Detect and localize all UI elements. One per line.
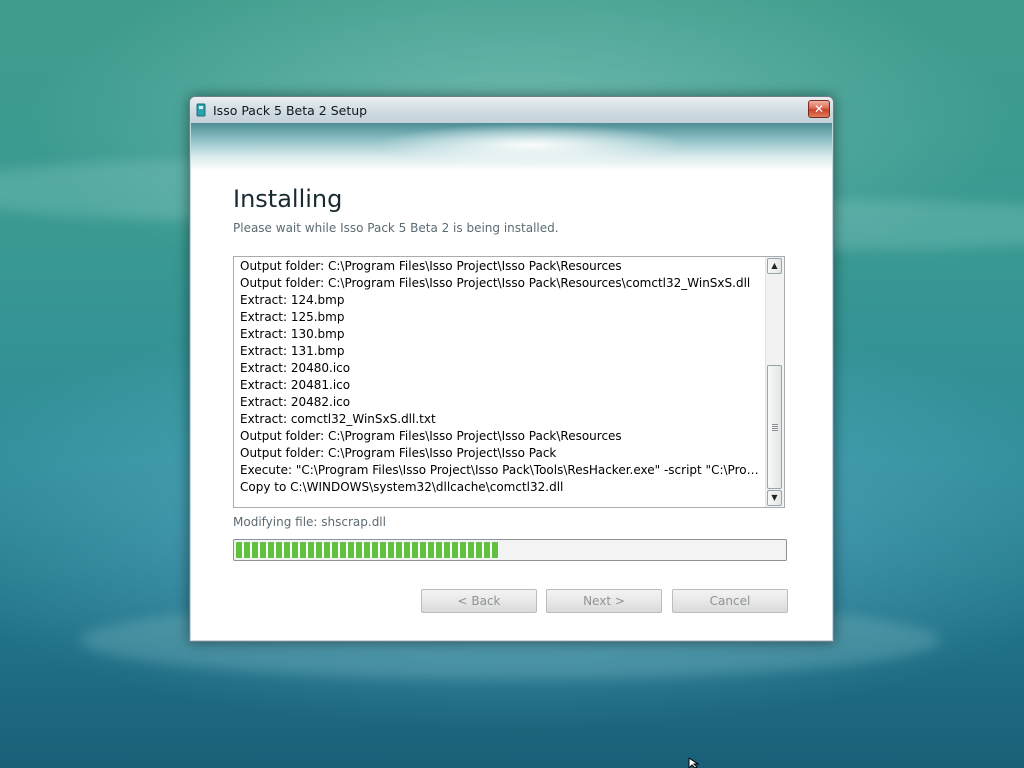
log-line: Extract: 20482.ico bbox=[240, 395, 351, 409]
desktop-background: Isso Pack 5 Beta 2 Setup ✕ Installing Pl… bbox=[0, 0, 1024, 768]
window-title: Isso Pack 5 Beta 2 Setup bbox=[213, 103, 368, 118]
log-line: Extract: comctl32_WinSxS.dll.txt bbox=[240, 412, 436, 426]
back-button[interactable]: < Back bbox=[421, 589, 537, 613]
log-line: Copy to C:\WINDOWS\system32\dllcache\com… bbox=[240, 480, 564, 494]
thumb-grip-line bbox=[772, 428, 778, 429]
close-icon: ✕ bbox=[813, 102, 825, 116]
log-vertical-scrollbar[interactable]: ▲ ▼ bbox=[765, 257, 784, 507]
next-button[interactable]: Next > bbox=[546, 589, 662, 613]
title-bar[interactable]: Isso Pack 5 Beta 2 Setup ✕ bbox=[190, 97, 833, 123]
log-line: Extract: 20481.ico bbox=[240, 378, 351, 392]
header-banner bbox=[191, 123, 832, 171]
log-line: Output folder: C:\Program Files\Isso Pro… bbox=[240, 446, 557, 460]
mouse-pointer-icon bbox=[688, 758, 700, 768]
log-line: Extract: 130.bmp bbox=[240, 327, 345, 341]
install-log-lines: Output folder: C:\Program Files\Isso Pro… bbox=[240, 258, 764, 496]
window-client-area: Installing Please wait while Isso Pack 5… bbox=[191, 123, 832, 640]
chevron-up-icon: ▲ bbox=[771, 261, 778, 270]
chevron-down-icon: ▼ bbox=[771, 493, 778, 502]
install-progress-bar bbox=[233, 539, 787, 561]
thumb-grip-line bbox=[772, 426, 778, 427]
log-line: Output folder: C:\Program Files\Isso Pro… bbox=[240, 276, 751, 290]
close-button[interactable]: ✕ bbox=[808, 100, 830, 118]
scroll-up-button[interactable]: ▲ bbox=[767, 258, 782, 274]
scroll-down-button[interactable]: ▼ bbox=[767, 490, 782, 506]
page-heading: Installing bbox=[233, 185, 343, 213]
log-line: Output folder: C:\Program Files\Isso Pro… bbox=[240, 429, 622, 443]
scrollbar-thumb[interactable] bbox=[767, 365, 782, 489]
thumb-grip-line bbox=[772, 430, 778, 431]
log-line: Execute: "C:\Program Files\Isso Project\… bbox=[240, 463, 764, 477]
thumb-grip-line bbox=[772, 424, 778, 425]
install-log-listbox[interactable]: Output folder: C:\Program Files\Isso Pro… bbox=[233, 256, 785, 508]
page-subheading: Please wait while Isso Pack 5 Beta 2 is … bbox=[233, 221, 559, 235]
cancel-button[interactable]: Cancel bbox=[672, 589, 788, 613]
log-line: Extract: 20480.ico bbox=[240, 361, 351, 375]
status-text: Modifying file: shscrap.dll bbox=[233, 515, 386, 529]
log-line: Extract: 124.bmp bbox=[240, 293, 345, 307]
installer-app-icon bbox=[196, 103, 206, 117]
log-line: Output folder: C:\Program Files\Isso Pro… bbox=[240, 259, 622, 273]
log-line: Extract: 131.bmp bbox=[240, 344, 345, 358]
log-line: Extract: 125.bmp bbox=[240, 310, 345, 324]
progress-fill bbox=[236, 542, 500, 558]
setup-window: Isso Pack 5 Beta 2 Setup ✕ Installing Pl… bbox=[189, 96, 834, 642]
